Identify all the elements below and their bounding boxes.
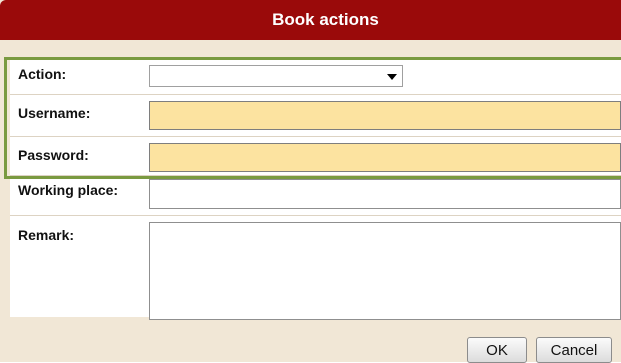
dropdown-arrow-icon[interactable] — [387, 74, 397, 80]
remark-textarea[interactable] — [149, 222, 621, 320]
dialog-footer: OK Cancel — [10, 322, 621, 363]
dialog-titlebar[interactable]: Book actions — [0, 0, 621, 40]
book-actions-form: Action: Username: Password: Working plac… — [10, 57, 621, 320]
working-place-input[interactable] — [149, 179, 621, 209]
action-label: Action: — [18, 66, 67, 82]
remark-row: Remark: — [10, 216, 621, 326]
remark-label: Remark: — [18, 227, 75, 243]
password-row: Password: — [10, 137, 621, 176]
dialog-title: Book actions — [272, 10, 379, 29]
username-input[interactable] — [149, 101, 621, 130]
action-select[interactable] — [149, 65, 403, 87]
password-input[interactable] — [149, 143, 621, 172]
password-label: Password: — [18, 147, 89, 163]
working-place-row: Working place: — [10, 176, 621, 216]
book-actions-dialog: Book actions Action: Username: Password:… — [0, 0, 621, 363]
username-label: Username: — [18, 105, 91, 121]
action-row: Action: — [10, 57, 621, 95]
ok-button[interactable]: OK — [467, 337, 527, 363]
working-place-label: Working place: — [18, 182, 119, 198]
username-row: Username: — [10, 95, 621, 137]
cancel-button[interactable]: Cancel — [536, 337, 612, 363]
